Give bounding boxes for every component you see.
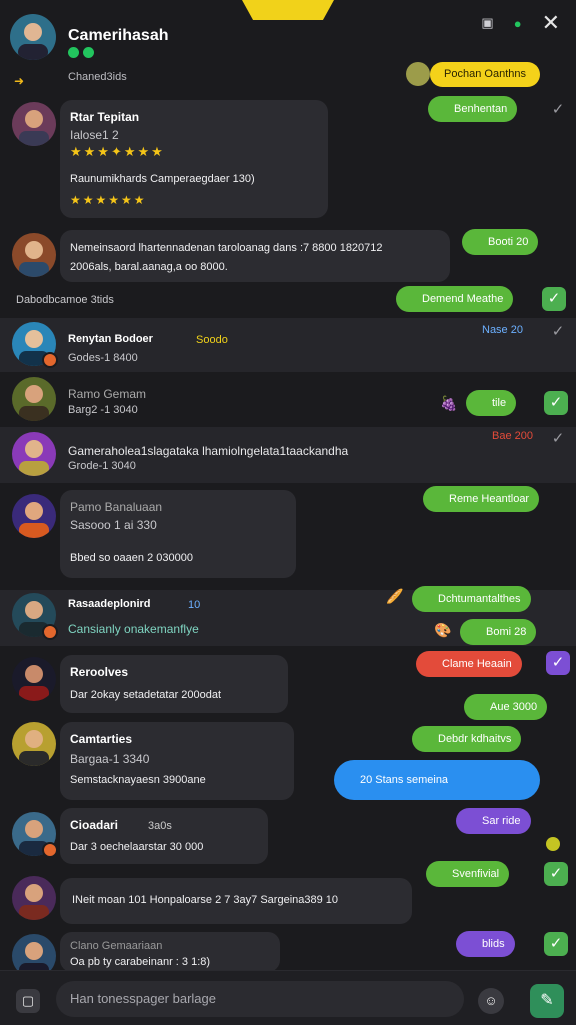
message-bubble[interactable]: Reroolves Dar 2okay setadetatar 200odat <box>60 655 288 713</box>
avatar[interactable] <box>12 722 56 766</box>
sender-tag: 10 <box>188 599 201 611</box>
avatar[interactable] <box>12 657 56 701</box>
message-meta: Godes-1 8400 <box>68 352 138 364</box>
reply-bubble[interactable]: tile <box>466 390 517 416</box>
reply-bubble[interactable]: Clame Heaain <box>416 651 522 677</box>
message-text: Dar 3 oechelaarstar 30 000 <box>70 841 204 853</box>
status-icon[interactable]: ● <box>514 16 522 31</box>
system-status: Dabodbcamoe 3tids <box>16 294 114 306</box>
read-check-icon: ✓ <box>551 101 565 118</box>
reply-bubble[interactable]: Svenfivial <box>426 861 510 887</box>
message-meta: Sasooo 1 ai 330 <box>70 518 157 532</box>
message-bubble[interactable]: Nemeinsaord lhartennadenan taroloanag da… <box>60 230 450 282</box>
dot-icon <box>546 837 560 851</box>
emoji-icon[interactable]: ☺ <box>478 988 504 1014</box>
send-icon[interactable]: ✎ <box>530 984 564 1018</box>
chat-title: Camerihasah <box>68 27 169 44</box>
sender-name: Clano Gemaariaan <box>70 940 163 952</box>
online-dot-icon <box>83 47 94 58</box>
read-check-icon: ✓ <box>551 323 565 340</box>
read-check-icon: ✓ <box>542 287 566 311</box>
message-bubble[interactable]: Rtar Tepitan Ialose1 2 ★★★✦★★★ Raunumikh… <box>60 100 328 218</box>
top-toolbar: ▣ ● ✕ <box>481 12 560 34</box>
top-indicator <box>242 0 334 20</box>
reaction-row: ★★★✦★★★ <box>70 144 165 159</box>
message-text: Semstacknayaesn 3900ane <box>70 774 206 786</box>
message-meta: Ialose1 2 <box>70 128 119 142</box>
reply-bubble[interactable]: Debdr kdhaitvs <box>412 726 522 752</box>
message-text: 2006als, baral.aanag,a oo 8000. <box>70 261 228 273</box>
notification-badge <box>42 624 58 640</box>
status-label: Nase 20 <box>482 324 523 336</box>
notification-badge <box>42 352 58 368</box>
group-avatar[interactable] <box>10 14 56 60</box>
message-text: Cansianly onakemanflye <box>68 622 199 636</box>
sender-name: Camtarties <box>70 732 133 746</box>
header-action-pill[interactable]: Pochan Oanthns <box>430 62 540 87</box>
status-label: Bae 200 <box>492 430 533 442</box>
sender-name: Ramo Gemam <box>68 387 147 401</box>
message-composer: ▢ Han tonesspager barlage ☺ ✎ <box>0 970 576 1025</box>
food-icon: 🥖 <box>386 588 404 604</box>
message-meta: Grode-1 3040 <box>68 460 136 472</box>
notification-badge <box>42 842 58 858</box>
message-bubble[interactable]: Cioadari 3a0s Dar 3 oechelaarstar 30 000 <box>60 808 268 864</box>
reply-bubble[interactable]: Dchtumantalthes <box>412 586 531 612</box>
sender-name: Renytan Bodoer <box>68 333 153 345</box>
sender-tag: Soodo <box>196 334 228 346</box>
message-text: Gameraholea1slagataka lhamiolngelata1taa… <box>68 444 349 458</box>
read-check-icon: ✓ <box>544 391 568 415</box>
message-text: Bbed so oaaen 2 030000 <box>70 552 193 564</box>
window-icon[interactable]: ▣ <box>481 15 493 31</box>
reply-bubble[interactable]: Benhentan <box>428 96 518 122</box>
message-text: Dar 2okay setadetatar 200odat <box>70 689 222 701</box>
message-input[interactable]: Han tonesspager barlage <box>56 981 464 1017</box>
avatar[interactable] <box>12 876 56 920</box>
reply-bubble[interactable]: 20 Stans semeina <box>334 760 540 800</box>
back-arrow-icon[interactable]: ➜ <box>14 74 24 88</box>
avatar[interactable] <box>12 377 56 421</box>
reply-bubble[interactable]: Sar ride <box>456 808 531 834</box>
message-meta: Barg2 -1 3040 <box>68 404 138 416</box>
sender-name: Cioadari <box>70 818 119 832</box>
message-bubble[interactable]: Pamo Banaluaan Sasooo 1 ai 330 Bbed so o… <box>60 490 296 578</box>
read-check-icon: ✓ <box>544 862 568 886</box>
chat-header: Camerihasah ➜ Chaned3ids ▣ ● ✕ Pochan Oa… <box>0 0 576 92</box>
sender-name: Reroolves <box>70 665 129 679</box>
reply-bubble[interactable]: blids <box>456 931 515 957</box>
avatar[interactable] <box>12 233 56 277</box>
reply-bubble[interactable]: Booti 20 <box>462 229 539 255</box>
sender-name: Rtar Tepitan <box>70 110 140 124</box>
reply-bubble[interactable]: Reme Heantloar <box>423 486 540 512</box>
online-dot-icon <box>68 47 79 58</box>
message-text: INeit moan 101 Honpaloarse 2 7 3ay7 Sarg… <box>72 894 339 906</box>
reply-bubble[interactable]: Bomi 28 <box>460 619 537 645</box>
pill-avatar-icon <box>406 62 430 86</box>
message-text: Raunumikhards Camperaegdaer 130) <box>70 173 255 185</box>
read-check-icon: ✓ <box>544 932 568 956</box>
reply-bubble[interactable]: Aue 3000 <box>464 694 548 720</box>
message-bubble[interactable]: Camtarties Bargaa-1 3340 Semstacknayaesn… <box>60 722 294 800</box>
message-meta: Bargaa-1 3340 <box>70 752 150 766</box>
avatar[interactable] <box>12 494 56 538</box>
sticker-icon: 🎨 <box>434 622 452 638</box>
message-text: Nemeinsaord lhartennadenan taroloanag da… <box>70 242 383 254</box>
grapes-icon: 🍇 <box>440 395 458 411</box>
sender-name: Rasaadeplonird <box>68 598 151 610</box>
close-icon[interactable]: ✕ <box>542 12 560 34</box>
online-indicators <box>68 47 94 58</box>
rating-stars: ★★★★★★ <box>70 193 147 207</box>
read-check-icon: ✓ <box>551 430 565 447</box>
message-bubble[interactable]: INeit moan 101 Honpaloarse 2 7 3ay7 Sarg… <box>60 878 412 924</box>
read-check-icon: ✓ <box>546 651 570 675</box>
chat-subtitle: Chaned3ids <box>68 71 127 83</box>
avatar[interactable] <box>12 102 56 146</box>
reply-bubble[interactable]: Demend Meathe <box>396 286 514 312</box>
message-bubble[interactable]: Clano Gemaariaan Oa pb ty carabeinanr : … <box>60 932 280 972</box>
message-text: Oa pb ty carabeinanr : 3 1:8) <box>70 956 211 968</box>
sender-name: Pamo Banaluaan <box>70 500 163 514</box>
avatar[interactable] <box>12 432 56 476</box>
attach-icon[interactable]: ▢ <box>16 989 40 1013</box>
sender-tag: 3a0s <box>148 820 172 832</box>
